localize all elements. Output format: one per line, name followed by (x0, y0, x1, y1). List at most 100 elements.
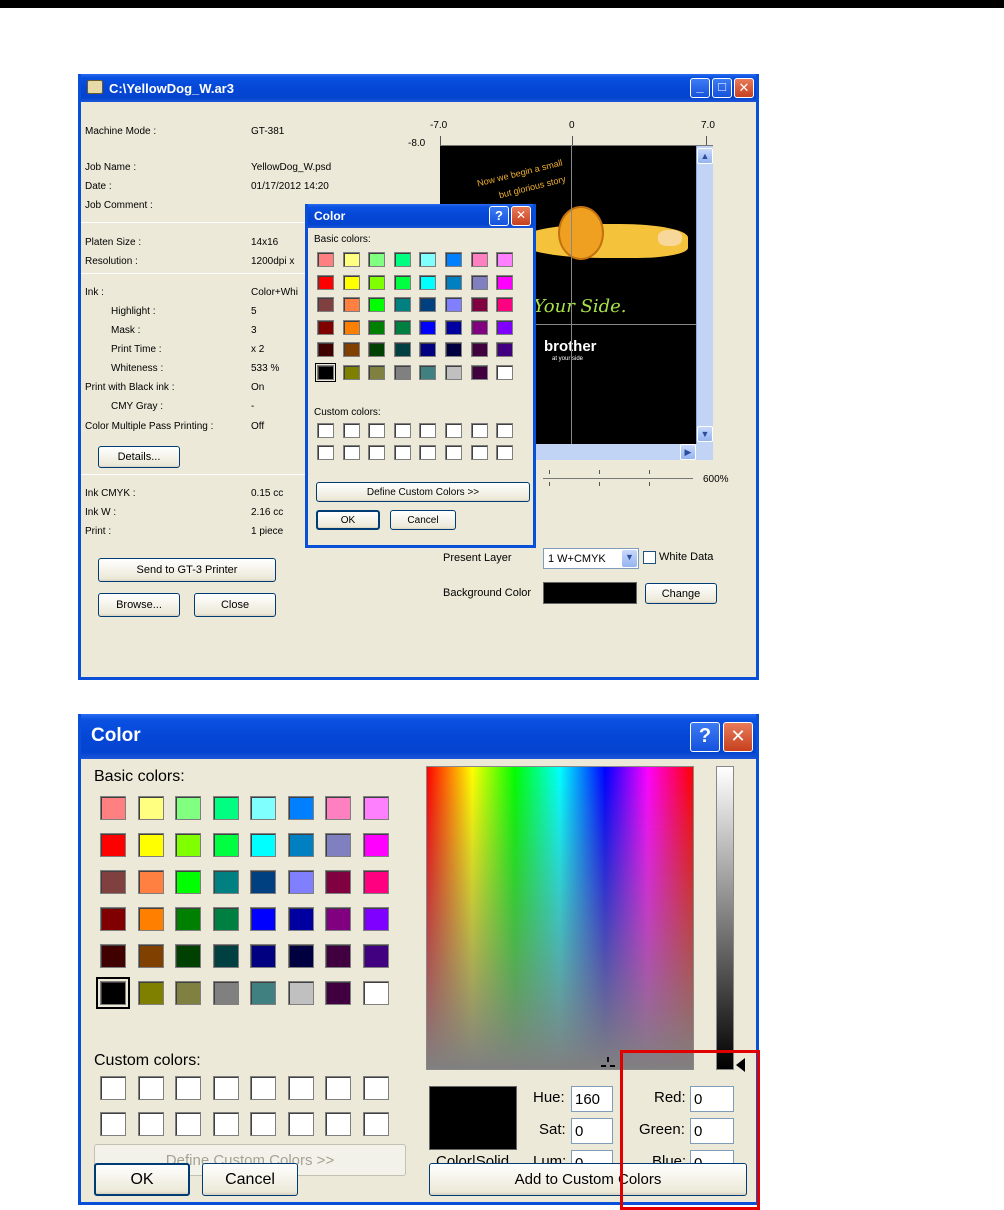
basic-color-swatch[interactable] (496, 297, 514, 312)
details-button[interactable]: Details... (98, 446, 180, 468)
close-button[interactable]: Close (194, 593, 276, 617)
custom-color-swatch[interactable] (496, 445, 514, 460)
basic-color-swatch[interactable] (342, 252, 360, 267)
basic-color-swatch[interactable] (362, 944, 389, 968)
basic-color-swatch[interactable] (419, 274, 437, 290)
minimize-button[interactable]: _ (690, 78, 710, 98)
custom-color-swatch[interactable] (342, 445, 360, 460)
basic-color-swatch[interactable] (325, 944, 351, 968)
basic-color-swatch[interactable] (287, 833, 314, 857)
basic-color-swatch[interactable] (212, 870, 239, 894)
custom-color-swatch[interactable] (175, 1112, 201, 1136)
custom-color-swatch[interactable] (419, 423, 437, 438)
chevron-down-icon[interactable]: ▼ (622, 550, 637, 567)
basic-color-swatch[interactable] (342, 342, 360, 357)
basic-color-swatch[interactable] (325, 870, 351, 894)
basic-color-swatch[interactable] (315, 362, 336, 382)
maximize-button[interactable]: □ (712, 78, 732, 98)
change-background-button[interactable]: Change (645, 583, 717, 604)
custom-color-swatch[interactable] (250, 1112, 276, 1136)
send-to-printer-button[interactable]: Send to GT-3 Printer (98, 558, 276, 582)
define-custom-colors-button-small[interactable]: Define Custom Colors >> (316, 482, 530, 502)
basic-color-swatch[interactable] (342, 274, 360, 290)
basic-color-swatch[interactable] (470, 252, 488, 267)
color-spectrum[interactable] (426, 766, 694, 1070)
basic-color-swatch[interactable] (342, 297, 360, 312)
basic-color-swatch[interactable] (212, 796, 239, 820)
custom-color-swatch[interactable] (175, 1076, 201, 1100)
basic-color-swatch[interactable] (212, 981, 239, 1005)
basic-color-swatch[interactable] (175, 870, 201, 894)
basic-color-swatch[interactable] (470, 274, 488, 290)
cancel-button[interactable]: Cancel (202, 1163, 298, 1196)
basic-color-swatch[interactable] (100, 833, 126, 857)
custom-color-swatch[interactable] (287, 1112, 314, 1136)
basic-color-swatch[interactable] (445, 342, 462, 357)
basic-color-swatch[interactable] (445, 274, 462, 290)
basic-color-swatch[interactable] (100, 796, 126, 820)
custom-color-swatch[interactable] (393, 423, 411, 438)
basic-color-swatch[interactable] (362, 981, 389, 1005)
basic-color-swatch[interactable] (496, 342, 514, 357)
basic-color-swatch[interactable] (393, 319, 411, 335)
basic-color-swatch[interactable] (212, 907, 239, 931)
basic-color-swatch[interactable] (137, 833, 164, 857)
custom-color-swatch[interactable] (325, 1076, 351, 1100)
basic-color-swatch[interactable] (393, 274, 411, 290)
basic-color-swatch[interactable] (325, 981, 351, 1005)
basic-color-swatch[interactable] (100, 870, 126, 894)
basic-color-swatch[interactable] (496, 364, 514, 380)
browse-button[interactable]: Browse... (98, 593, 180, 617)
basic-color-swatch[interactable] (362, 907, 389, 931)
help-button-small[interactable]: ? (489, 206, 509, 226)
basic-color-swatch[interactable] (250, 870, 276, 894)
basic-color-swatch[interactable] (445, 252, 462, 267)
color-dialog-titlebar[interactable]: Color ? ✕ (81, 714, 756, 759)
basic-color-swatch[interactable] (325, 833, 351, 857)
custom-color-swatch[interactable] (496, 423, 514, 438)
custom-color-swatch[interactable] (250, 1076, 276, 1100)
basic-color-swatch[interactable] (368, 319, 386, 335)
basic-color-swatch[interactable] (137, 796, 164, 820)
basic-color-swatch[interactable] (470, 297, 488, 312)
basic-color-swatch[interactable] (175, 944, 201, 968)
basic-color-swatch[interactable] (317, 297, 334, 312)
custom-color-swatch[interactable] (137, 1076, 164, 1100)
close-button-small[interactable]: ✕ (511, 206, 531, 226)
basic-color-swatch[interactable] (342, 319, 360, 335)
custom-color-swatch[interactable] (445, 445, 462, 460)
scroll-up-arrow[interactable]: ▲ (697, 148, 713, 164)
custom-color-swatch[interactable] (342, 423, 360, 438)
basic-color-swatch[interactable] (317, 319, 334, 335)
basic-color-swatch[interactable] (287, 907, 314, 931)
basic-color-swatch[interactable] (393, 342, 411, 357)
basic-color-swatch[interactable] (445, 319, 462, 335)
sat-input[interactable]: 0 (571, 1118, 613, 1144)
close-dialog-button[interactable]: ✕ (723, 722, 753, 752)
basic-color-swatch[interactable] (325, 796, 351, 820)
custom-color-swatch[interactable] (419, 445, 437, 460)
custom-color-swatch[interactable] (368, 445, 386, 460)
basic-color-swatch[interactable] (137, 944, 164, 968)
basic-color-swatch[interactable] (362, 833, 389, 857)
basic-color-swatch[interactable] (287, 796, 314, 820)
custom-color-swatch[interactable] (212, 1076, 239, 1100)
basic-color-swatch[interactable] (96, 977, 130, 1009)
preview-vertical-scrollbar[interactable]: ▲ ▼ (696, 146, 713, 444)
basic-color-swatch[interactable] (287, 870, 314, 894)
zoom-slider[interactable] (543, 470, 693, 486)
basic-color-swatch[interactable] (368, 274, 386, 290)
custom-color-swatch[interactable] (445, 423, 462, 438)
basic-color-swatch[interactable] (496, 319, 514, 335)
basic-color-swatch[interactable] (470, 319, 488, 335)
present-layer-select[interactable]: 1 W+CMYK ▼ (543, 548, 639, 569)
basic-color-swatch[interactable] (393, 252, 411, 267)
basic-color-swatch[interactable] (175, 907, 201, 931)
cancel-button-small[interactable]: Cancel (390, 510, 456, 530)
basic-color-swatch[interactable] (393, 297, 411, 312)
basic-color-swatch[interactable] (137, 870, 164, 894)
basic-color-swatch[interactable] (368, 364, 386, 380)
basic-color-swatch[interactable] (137, 981, 164, 1005)
basic-color-swatch[interactable] (342, 364, 360, 380)
custom-color-swatch[interactable] (368, 423, 386, 438)
